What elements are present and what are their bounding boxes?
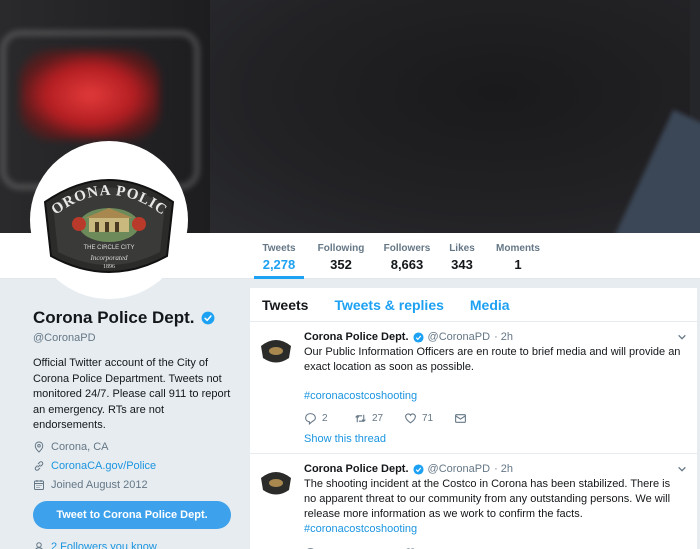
profile-location: Corona, CA [33,441,238,453]
tweet-hashtag[interactable]: #coronacostcoshooting [304,523,417,535]
like-count: 71 [422,413,434,424]
tweet-text: Our Public Information Officers are en r… [304,346,681,373]
tweet-author-name[interactable]: Corona Police Dept. [304,331,409,343]
message-button[interactable] [454,412,504,425]
nav-count: 8,663 [390,257,424,272]
police-badge-logo-small [261,472,291,495]
nav-label: Following [317,243,365,254]
profile-avatar[interactable]: CORONA POLICE THE CIRCLE CITY Incorporat… [30,141,188,299]
tab-tweets[interactable]: Tweets [262,297,308,313]
location-text: Corona, CA [51,440,109,453]
tweet-hashtag[interactable]: #coronacostcoshooting [304,390,685,402]
retweet-icon [355,414,366,423]
profile-handle[interactable]: @CoronaPD [33,332,238,344]
tweet-time[interactable]: · 2h [494,463,513,475]
badge-year: 1896 [103,264,115,270]
followers-you-know-text: 2 Followers you know [51,540,157,549]
website-link[interactable]: CoronaCA.gov/Police [51,460,156,472]
tweet-header: Corona Police Dept. @CoronaPD · 2h [304,331,685,343]
nav-count: 1 [514,257,522,272]
retweet-count: 27 [372,413,384,424]
tab-media[interactable]: Media [470,297,510,313]
nav-count: 352 [330,257,352,272]
nav-label: Tweets [262,243,296,254]
nav-label: Likes [449,243,475,254]
police-badge-logo: CORONA POLICE THE CIRCLE CITY Incorporat… [39,170,175,273]
link-icon [34,460,44,471]
retweet-button[interactable]: 27 [354,412,404,425]
banner-red-light [20,50,160,140]
chevron-down-icon[interactable] [677,332,687,342]
tweet-item[interactable]: Corona Police Dept. @CoronaPD · 2h Our P… [250,322,697,454]
profile-joined: Joined August 2012 [33,479,238,491]
badge-incorporated: Incorporated [90,254,128,262]
police-badge-logo-small [261,340,291,363]
tweet-to-button[interactable]: Tweet to Corona Police Dept. [33,500,231,529]
envelope-icon [455,414,466,423]
tweet-item[interactable]: Corona Police Dept. @CoronaPD · 2h The s… [250,454,697,549]
nav-moments[interactable]: Moments 1 [494,233,542,279]
avatar-inner: CORONA POLICE THE CIRCLE CITY Incorporat… [35,146,183,294]
name-row: Corona Police Dept. [33,308,238,328]
banner-dark-area [210,0,690,233]
tweet-author-handle[interactable]: @CoronaPD [428,331,491,343]
nav-likes[interactable]: Likes 343 [447,233,477,279]
followers-you-know[interactable]: 2 Followers you know [33,541,238,549]
nav-label: Moments [496,243,540,254]
reply-count: 2 [322,413,328,424]
reply-icon [305,413,316,425]
show-thread-link[interactable]: Show this thread [304,433,685,453]
like-button[interactable]: 71 [404,412,454,425]
badge-circle-city: THE CIRCLE CITY [83,245,134,251]
person-icon [34,541,44,549]
profile-sidebar: Corona Police Dept. @CoronaPD Official T… [33,308,238,549]
calendar-icon [34,479,44,490]
verified-badge-icon [201,311,214,325]
tab-tweets-replies[interactable]: Tweets & replies [334,297,443,313]
tweet-body: The shooting incident at the Costco in C… [304,478,671,520]
verified-badge-icon [412,331,424,343]
tweet-actions: 2 27 71 [304,412,685,425]
tweet-avatar[interactable] [258,334,294,370]
reply-button[interactable]: 2 [304,412,354,425]
chevron-down-icon[interactable] [677,464,687,474]
joined-text: Joined August 2012 [51,478,148,491]
tweet-author-name[interactable]: Corona Police Dept. [304,463,409,475]
profile-name[interactable]: Corona Police Dept. [33,308,195,328]
profile-bio: Official Twitter account of the City of … [33,357,231,431]
tweet-avatar[interactable] [258,466,294,502]
nav-label: Followers [383,243,431,254]
tweet-header: Corona Police Dept. @CoronaPD · 2h [304,463,685,475]
nav-count: 2,278 [262,257,296,272]
tweet-author-handle[interactable]: @CoronaPD [428,463,491,475]
profile-website: CoronaCA.gov/Police [33,460,238,472]
nav-count: 343 [451,257,473,272]
nav-tweets[interactable]: Tweets 2,278 [254,233,304,279]
timeline-tabs: Tweets Tweets & replies Media [250,288,697,322]
heart-icon [405,413,416,424]
tweet-time[interactable]: · 2h [494,331,513,343]
nav-following[interactable]: Following 352 [316,233,366,279]
tweet-text: The shooting incident at the Costco in C… [304,477,685,537]
location-pin-icon [34,440,44,453]
verified-badge-icon [412,463,424,475]
timeline: Tweets Tweets & replies Media Corona Pol… [250,288,697,549]
nav-followers[interactable]: Followers 8,663 [381,233,433,279]
